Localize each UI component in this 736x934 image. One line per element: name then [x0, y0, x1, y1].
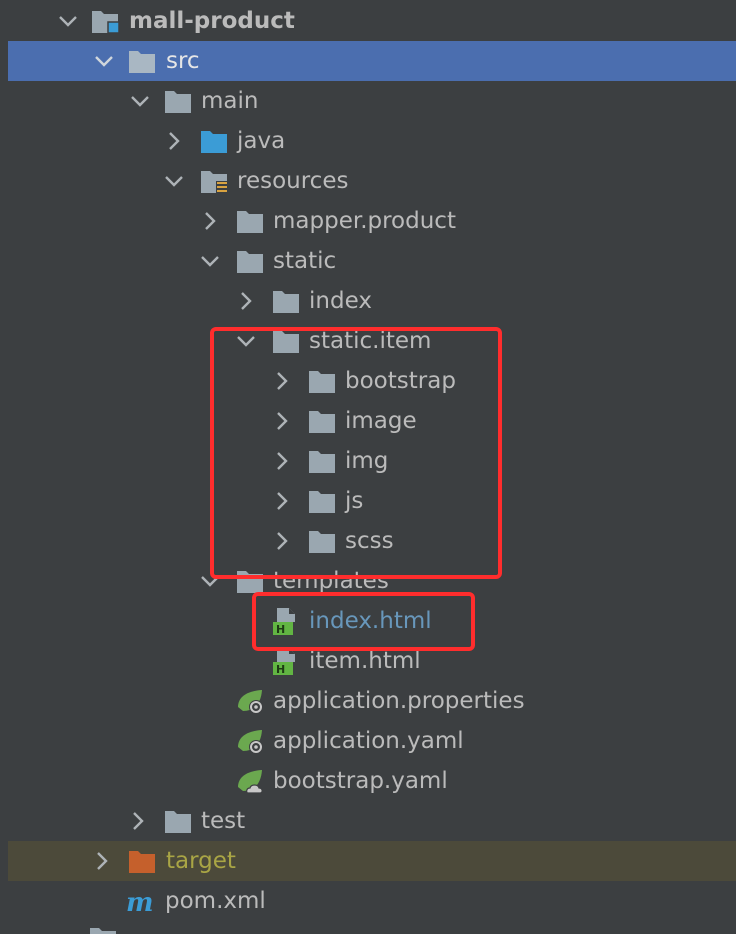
tree-label-src: src [166, 48, 200, 74]
folder-icon [237, 211, 263, 233]
tree-label-pom-xml: pom.xml [165, 888, 266, 914]
tree-label-templates: templates [273, 568, 389, 594]
tree-row-img[interactable]: img [0, 441, 736, 481]
tree-row-application-properties[interactable]: application.properties [0, 681, 736, 721]
chevron-right-icon[interactable] [270, 529, 294, 553]
excluded-folder-icon [129, 851, 155, 873]
folder-icon [165, 91, 191, 113]
tree-label-application-properties: application.properties [273, 688, 525, 714]
tree-label-bootstrap-yaml: bootstrap.yaml [273, 768, 448, 794]
tree-label-main: main [201, 88, 259, 114]
chevron-right-icon[interactable] [126, 809, 150, 833]
html-file-icon: H [273, 608, 295, 635]
tree-label-index: index [309, 288, 372, 314]
folder-icon [273, 331, 299, 353]
project-tree: mall-product src main java resources map [0, 0, 736, 934]
folder-icon [309, 371, 335, 393]
chevron-down-icon[interactable] [56, 9, 80, 33]
maven-file-icon: m [126, 888, 154, 915]
tree-row-test[interactable]: test [0, 801, 736, 841]
svg-text:H: H [276, 663, 285, 675]
folder-icon [165, 811, 191, 833]
chevron-down-icon[interactable] [234, 329, 258, 353]
chevron-right-icon[interactable] [270, 369, 294, 393]
resources-root-folder-icon [201, 171, 228, 194]
tree-row-templates[interactable]: templates [0, 561, 736, 601]
tree-row-resources[interactable]: resources [0, 161, 736, 201]
tree-row-bootstrap[interactable]: bootstrap [0, 361, 736, 401]
tree-label-target: target [166, 848, 236, 874]
tree-label-mapper-product: mapper.product [273, 208, 456, 234]
tree-label-static: static [273, 248, 337, 274]
tree-row-mall-product[interactable]: mall-product [0, 1, 736, 41]
module-folder-icon [92, 11, 120, 34]
chevron-right-icon[interactable] [234, 289, 258, 313]
tree-row-js[interactable]: js [0, 481, 736, 521]
chevron-down-icon[interactable] [128, 89, 152, 113]
tree-label-resources: resources [237, 168, 349, 194]
tree-row-java[interactable]: java [0, 121, 736, 161]
folder-icon [309, 531, 335, 553]
tree-label-scss: scss [345, 528, 394, 554]
tree-label-java: java [237, 128, 286, 154]
source-root-folder-icon [201, 131, 227, 153]
tree-label-index-html: index.html [309, 608, 432, 634]
tree-row-image[interactable]: image [0, 401, 736, 441]
folder-icon [237, 251, 263, 273]
tree-row-application-yaml[interactable]: application.yaml [0, 721, 736, 761]
spring-config-icon [238, 690, 263, 714]
chevron-down-icon[interactable] [198, 249, 222, 273]
folder-icon [309, 451, 335, 473]
spring-cloud-config-icon [238, 770, 263, 794]
chevron-down-icon[interactable] [92, 49, 116, 73]
chevron-down-icon[interactable] [198, 569, 222, 593]
svg-text:m: m [126, 888, 154, 915]
chevron-right-icon[interactable] [270, 409, 294, 433]
html-file-icon: H [273, 648, 295, 675]
tree-row-scss[interactable]: scss [0, 521, 736, 561]
folder-icon [309, 491, 335, 513]
chevron-right-icon[interactable] [90, 849, 114, 873]
chevron-right-icon[interactable] [270, 489, 294, 513]
folder-icon [273, 291, 299, 313]
tree-row-mapper-product[interactable]: mapper.product [0, 201, 736, 241]
tree-row-item-html[interactable]: H item.html [0, 641, 736, 681]
clipped-next-row [90, 928, 116, 934]
tree-row-target[interactable]: target [8, 841, 736, 881]
tree-row-bootstrap-yaml[interactable]: bootstrap.yaml [0, 761, 736, 801]
chevron-right-icon[interactable] [162, 129, 186, 153]
folder-icon [309, 411, 335, 433]
folder-icon [237, 571, 263, 593]
tree-row-src[interactable]: src [8, 41, 736, 81]
tree-label-image: image [345, 408, 417, 434]
tree-label-application-yaml: application.yaml [273, 728, 464, 754]
tree-row-pom-xml[interactable]: m pom.xml [0, 881, 736, 921]
chevron-right-icon[interactable] [270, 449, 294, 473]
spring-config-icon [238, 730, 263, 754]
folder-icon [129, 51, 155, 73]
tree-row-main[interactable]: main [0, 81, 736, 121]
tree-row-index[interactable]: index [0, 281, 736, 321]
chevron-right-icon[interactable] [198, 209, 222, 233]
tree-label-static-item: static.item [309, 328, 432, 354]
tree-label-js: js [345, 488, 364, 514]
tree-label-item-html: item.html [309, 648, 421, 674]
tree-label-test: test [201, 808, 246, 834]
svg-text:H: H [276, 623, 285, 635]
tree-row-index-html[interactable]: H index.html [0, 601, 736, 641]
tree-row-static-item[interactable]: static.item [0, 321, 736, 361]
tree-label-mall-product: mall-product [129, 8, 295, 34]
tree-row-static[interactable]: static [0, 241, 736, 281]
chevron-down-icon[interactable] [162, 169, 186, 193]
tree-label-bootstrap: bootstrap [345, 368, 456, 394]
tree-label-img: img [345, 448, 389, 474]
